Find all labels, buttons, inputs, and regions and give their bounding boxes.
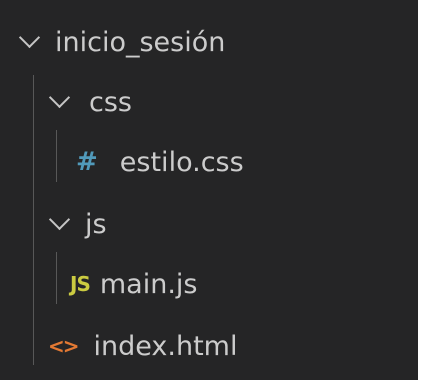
tree-item-file-index-html[interactable]: <> index.html <box>0 316 418 376</box>
file-label: main.js <box>99 268 198 300</box>
tree-item-folder-js[interactable]: js <box>0 194 418 254</box>
chevron-down-icon[interactable] <box>48 86 71 108</box>
css-file-icon: # <box>76 147 98 177</box>
tree-item-folder-inicio-sesion[interactable]: inicio_sesión <box>0 12 418 72</box>
chevron-down-icon[interactable] <box>18 26 41 48</box>
tree-item-file-estilo-css[interactable]: # estilo.css <box>0 132 418 192</box>
folder-label: inicio_sesión <box>55 26 226 58</box>
file-label: estilo.css <box>119 146 244 178</box>
chevron-down-icon[interactable] <box>48 208 71 230</box>
file-label: index.html <box>93 330 238 362</box>
file-explorer: inicio_sesión css # estilo.css js JS mai… <box>0 0 418 380</box>
html-file-icon: <> <box>48 334 79 358</box>
folder-label: js <box>85 208 107 240</box>
folder-label: css <box>89 86 132 118</box>
tree-item-folder-css[interactable]: css <box>0 72 418 132</box>
tree-item-file-main-js[interactable]: JS main.js <box>0 254 418 314</box>
js-file-icon: JS <box>70 272 91 296</box>
